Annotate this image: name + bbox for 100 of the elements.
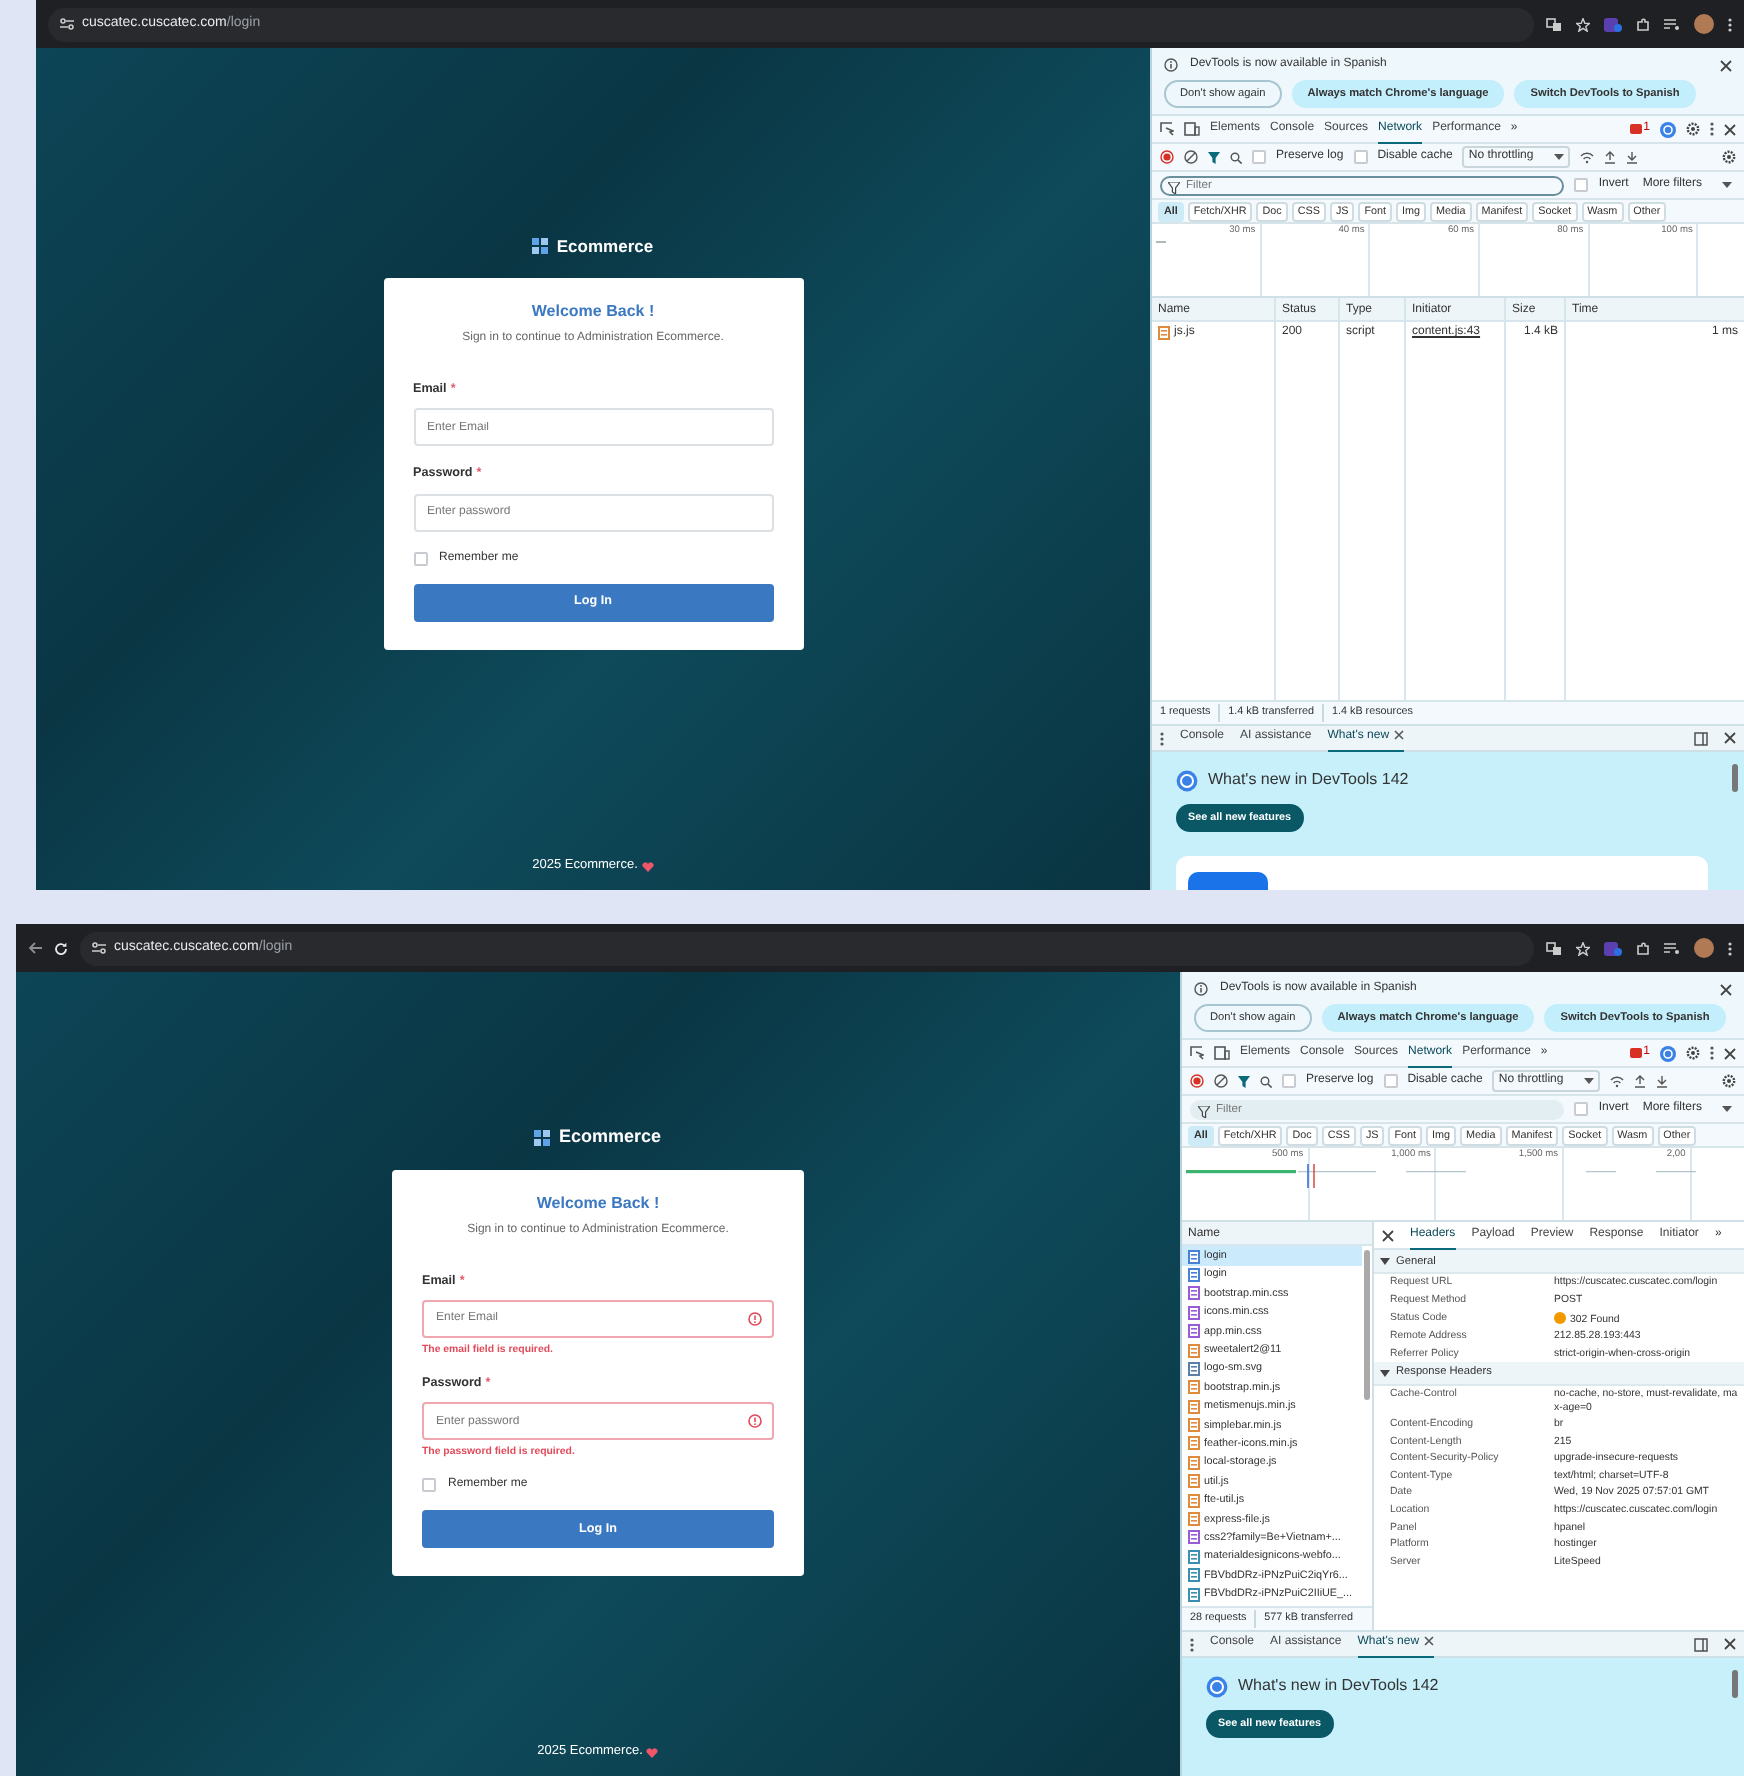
record-icon[interactable] — [1160, 150, 1174, 165]
heart-icon — [641, 861, 654, 872]
dock-icon[interactable] — [1694, 1637, 1708, 1651]
devtools-logo-icon — [1206, 1675, 1228, 1697]
filter-icon — [1168, 181, 1180, 194]
profile-icon[interactable] — [1660, 1045, 1676, 1062]
dock-icon[interactable] — [1694, 731, 1708, 745]
error-icon — [748, 1414, 762, 1429]
file-icon — [1188, 1249, 1200, 1264]
info-icon — [1194, 982, 1208, 996]
filter-icon[interactable] — [1208, 151, 1220, 164]
file-icon — [1188, 1305, 1200, 1320]
search-icon[interactable] — [1230, 151, 1242, 164]
clear-icon[interactable] — [1184, 150, 1198, 165]
file-icon — [1188, 1436, 1200, 1451]
download-icon[interactable] — [1655, 1074, 1668, 1089]
drawer-heading: What's new in DevTools 142 — [1238, 1674, 1439, 1698]
media-icon[interactable] — [1664, 941, 1680, 955]
upload-icon[interactable] — [1603, 150, 1616, 165]
file-icon — [1188, 1380, 1200, 1395]
close-icon[interactable] — [1724, 732, 1736, 744]
file-icon — [1188, 1267, 1200, 1282]
puzzle-icon[interactable] — [1636, 17, 1650, 31]
error-icon — [748, 1311, 762, 1326]
device-icon[interactable] — [1214, 1046, 1230, 1061]
file-icon — [1188, 1587, 1200, 1602]
record-icon[interactable] — [1190, 1074, 1204, 1089]
extension-badge-icon[interactable] — [1604, 940, 1622, 956]
tune-icon[interactable] — [60, 18, 74, 30]
avatar[interactable] — [1694, 14, 1714, 34]
wifi-icon[interactable] — [1609, 1075, 1624, 1088]
checkbox[interactable] — [1353, 150, 1368, 165]
profile-icon[interactable] — [1660, 121, 1676, 138]
extension-badge-icon[interactable] — [1604, 16, 1622, 32]
settings-icon[interactable] — [1722, 150, 1736, 165]
avatar[interactable] — [1694, 938, 1714, 958]
checkbox[interactable] — [1252, 150, 1266, 165]
filter-icon[interactable] — [1238, 1075, 1250, 1088]
file-icon — [1188, 1418, 1200, 1433]
translate-icon[interactable] — [1546, 941, 1562, 955]
file-icon — [1188, 1549, 1200, 1564]
wifi-icon[interactable] — [1579, 151, 1594, 164]
file-icon — [1188, 1568, 1200, 1583]
checkbox[interactable] — [1574, 1102, 1589, 1117]
caret-icon — [1553, 154, 1564, 161]
close-icon[interactable] — [1423, 1635, 1434, 1646]
settings-icon[interactable] — [1722, 1074, 1736, 1089]
back-arrow-icon[interactable] — [28, 942, 42, 954]
media-icon[interactable] — [1664, 17, 1680, 31]
checkbox[interactable] — [1383, 1074, 1398, 1089]
translate-icon[interactable] — [1546, 17, 1562, 31]
caret-icon — [1583, 1078, 1594, 1085]
filter-icon — [1198, 1105, 1210, 1118]
triangle-icon — [1380, 1256, 1390, 1267]
close-icon[interactable] — [1724, 1047, 1736, 1060]
waterfall-drawing — [1156, 240, 1166, 245]
star-icon[interactable] — [1576, 17, 1590, 31]
close-icon[interactable] — [1724, 123, 1736, 136]
tune-icon[interactable] — [92, 942, 106, 954]
devtools-logo-icon — [1176, 769, 1198, 791]
upload-icon[interactable] — [1633, 1074, 1646, 1089]
file-icon — [1188, 1474, 1200, 1489]
grid-logo-icon — [532, 238, 549, 255]
clear-icon[interactable] — [1214, 1074, 1228, 1089]
inspect-icon[interactable] — [1190, 1046, 1204, 1061]
error-icon[interactable] — [1629, 124, 1642, 135]
settings-icon[interactable] — [1686, 122, 1700, 137]
file-icon — [1188, 1493, 1200, 1508]
file-icon — [1188, 1324, 1200, 1339]
close-icon[interactable] — [1393, 729, 1404, 740]
search-icon[interactable] — [1260, 1075, 1272, 1088]
triangle-icon — [1380, 1368, 1390, 1379]
scrollbar[interactable] — [1732, 1670, 1738, 1698]
checkbox[interactable] — [1282, 1074, 1296, 1089]
heart-icon — [646, 1747, 659, 1758]
close-icon[interactable] — [1382, 1229, 1394, 1242]
scrollbar[interactable] — [1364, 1250, 1370, 1401]
checkbox[interactable] — [1574, 178, 1589, 193]
close-icon[interactable] — [1724, 1638, 1736, 1650]
file-icon — [1188, 1455, 1200, 1470]
welcome-title: Welcome Back ! — [529, 299, 657, 324]
download-icon[interactable] — [1625, 150, 1638, 165]
device-icon[interactable] — [1184, 122, 1200, 137]
settings-icon[interactable] — [1686, 1046, 1700, 1061]
file-icon — [1188, 1361, 1200, 1376]
file-icon — [1188, 1286, 1200, 1301]
puzzle-icon[interactable] — [1636, 941, 1650, 955]
close-icon[interactable] — [1720, 983, 1732, 995]
close-icon[interactable] — [1720, 59, 1732, 71]
drawer-heading: What's new in DevTools 142 — [1208, 768, 1409, 792]
info-icon — [1164, 58, 1178, 72]
error-icon[interactable] — [1629, 1048, 1642, 1059]
welcome-title: Welcome Back ! — [534, 1191, 662, 1215]
star-icon[interactable] — [1576, 941, 1590, 955]
scrollbar[interactable] — [1732, 764, 1738, 792]
reload-icon[interactable] — [54, 941, 68, 955]
checkbox[interactable] — [422, 1477, 436, 1492]
inspect-icon[interactable] — [1160, 122, 1174, 137]
brand-name: Ecommerce — [556, 234, 654, 260]
checkbox[interactable] — [413, 551, 427, 566]
